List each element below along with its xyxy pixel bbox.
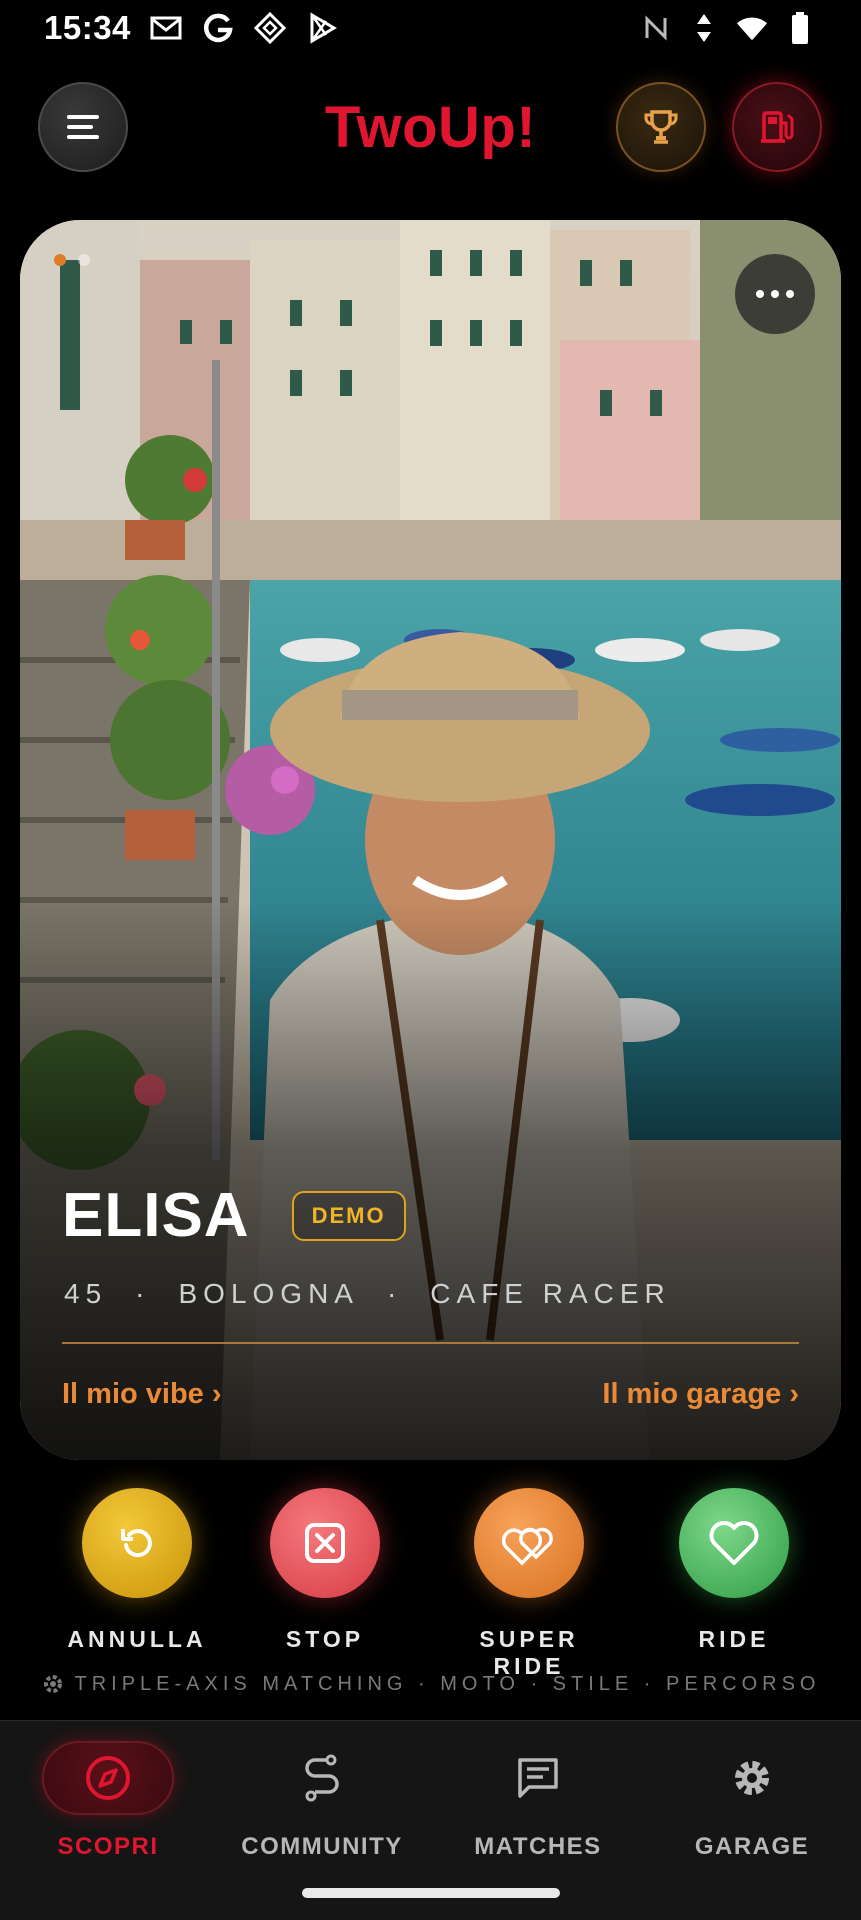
home-indicator[interactable] — [302, 1888, 560, 1898]
play-store-icon — [305, 11, 339, 45]
stop-button[interactable]: STOP — [240, 1488, 410, 1653]
data-arrows-icon — [687, 11, 721, 45]
super-ride-button[interactable]: SUPER RIDE — [444, 1488, 614, 1680]
meta-separator: · — [135, 1278, 151, 1309]
status-bar: 15:34 4 — [0, 0, 861, 56]
matching-tagline: TRIPLE-AXIS MATCHING · MOTO · STILE · PE… — [0, 1672, 861, 1696]
profile-city: BOLOGNA — [178, 1278, 359, 1309]
nfc-icon — [639, 11, 673, 45]
trophy-button[interactable] — [616, 82, 706, 172]
profile-meta: 45 · BOLOGNA · CAFE RACER — [64, 1278, 671, 1310]
status-time: 15:34 — [44, 9, 131, 46]
stop-label: STOP — [285, 1626, 365, 1652]
profile-card[interactable]: ELISA DEMO 45 · BOLOGNA · CAFE RACER Il mio … — [20, 220, 841, 1460]
app-diamond-icon — [253, 11, 287, 45]
my-garage-link[interactable]: Il mio garage › — [602, 1378, 799, 1411]
gmail-icon — [149, 11, 183, 45]
ride-label: RIDE — [698, 1626, 770, 1652]
close-box-icon — [305, 1523, 345, 1563]
nav-garage[interactable]: GARAGE — [652, 1741, 852, 1861]
meta-separator: · — [386, 1278, 403, 1309]
more-dot-icon — [771, 290, 779, 298]
double-heart-icon — [501, 1527, 553, 1566]
undo-label: ANNULLA — [67, 1626, 207, 1652]
nav-community-label: COMMUNITY — [241, 1833, 403, 1860]
nav-scopri-label: SCOPRI — [57, 1833, 159, 1860]
profile-name-row: ELISA DEMO — [62, 1180, 406, 1251]
my-vibe-link[interactable]: Il mio vibe › — [62, 1378, 222, 1411]
tagline-text: TRIPLE-AXIS MATCHING · MOTO · STILE · PE… — [74, 1672, 821, 1695]
compass-icon — [86, 1756, 130, 1800]
undo-icon — [121, 1529, 152, 1558]
profile-name: ELISA — [62, 1181, 250, 1250]
more-dot-icon — [786, 290, 794, 298]
nav-community[interactable]: COMMUNITY — [222, 1741, 422, 1861]
photo-dot-active — [54, 254, 66, 266]
photo-indicator — [54, 254, 90, 266]
nav-matches-label: MATCHES — [474, 1833, 602, 1860]
chat-icon — [518, 1758, 558, 1798]
fuel-button[interactable] — [732, 82, 822, 172]
battery-icon — [783, 11, 817, 45]
heart-icon — [709, 1521, 759, 1565]
gear-icon — [735, 1761, 769, 1795]
ride-button[interactable]: RIDE — [649, 1488, 819, 1653]
nav-garage-label: GARAGE — [694, 1833, 810, 1860]
google-icon — [201, 11, 235, 45]
more-dot-icon — [756, 290, 764, 298]
undo-button[interactable]: ANNULLA — [52, 1488, 222, 1653]
route-icon — [305, 1754, 339, 1802]
profile-bike-style: CAFE RACER — [430, 1278, 671, 1309]
fuel-pump-icon — [761, 111, 794, 143]
nav-scopri[interactable]: SCOPRI — [8, 1741, 208, 1861]
app-header: TwoUp! — [0, 80, 861, 176]
profile-age: 45 — [64, 1278, 108, 1309]
demo-badge: DEMO — [291, 1190, 406, 1241]
gear-icon — [43, 1675, 62, 1693]
trophy-icon — [644, 110, 678, 144]
swipe-actions: ANNULLA STOP SUPER RIDE RIDE — [0, 1488, 861, 1679]
more-options-button[interactable] — [735, 254, 815, 334]
card-divider — [62, 1342, 799, 1344]
wifi-icon: 4 — [735, 11, 769, 45]
photo-dot — [78, 254, 90, 266]
nav-matches[interactable]: MATCHES — [438, 1741, 638, 1861]
wifi-badge: 4 — [761, 28, 769, 43]
